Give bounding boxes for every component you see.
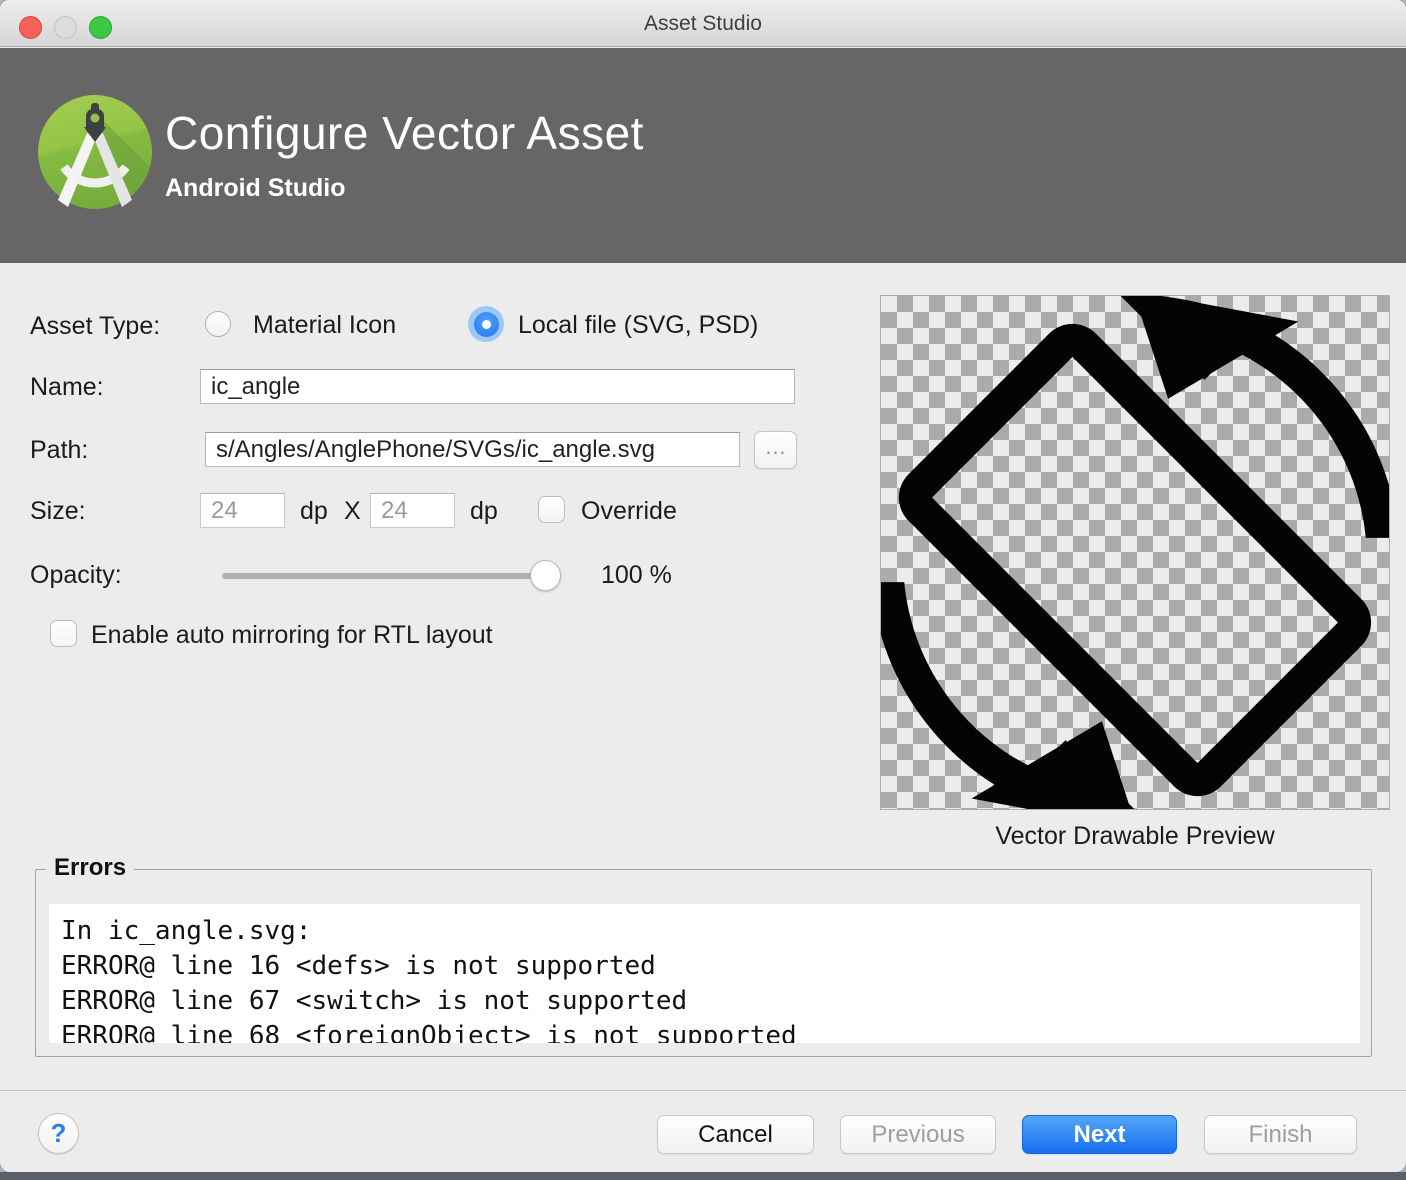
size-height-input[interactable] [370,493,455,528]
preview-caption: Vector Drawable Preview [880,822,1390,851]
error-line: In ic_angle.svg: [61,914,1360,949]
screen-rotation-icon [880,295,1390,810]
radio-material-icon[interactable] [205,311,231,337]
errors-panel[interactable]: In ic_angle.svg: ERROR@ line 16 <defs> i… [49,904,1360,1043]
previous-button: Previous [840,1115,996,1154]
size-height-unit: dp [470,497,498,526]
titlebar[interactable]: Asset Studio [0,0,1406,47]
name-label: Name: [30,373,104,402]
minimize-icon[interactable] [54,16,77,39]
vector-preview [880,295,1390,810]
zoom-icon[interactable] [89,16,112,39]
opacity-slider-track[interactable] [222,573,560,579]
path-input[interactable] [205,432,740,467]
error-line: ERROR@ line 67 <switch> is not supported [61,984,1360,1019]
finish-button: Finish [1204,1115,1357,1154]
asset-type-label: Asset Type: [30,312,160,341]
help-button[interactable]: ? [38,1113,79,1154]
page-subtitle: Android Studio [165,174,346,203]
radio-material-icon-label[interactable]: Material Icon [253,311,396,340]
wizard-header: Configure Vector Asset Android Studio [0,48,1406,263]
override-checkbox[interactable] [538,496,565,523]
window-title: Asset Studio [0,0,1406,47]
page-title: Configure Vector Asset [165,106,644,160]
override-label[interactable]: Override [581,497,677,526]
size-separator: X [344,497,361,526]
footer-divider [0,1090,1406,1091]
errors-group: Errors In ic_angle.svg: ERROR@ line 16 <… [35,869,1372,1057]
close-icon[interactable] [19,16,42,39]
rtl-checkbox[interactable] [50,620,77,647]
asset-studio-dialog: Asset Studio [0,0,1406,1172]
errors-title: Errors [46,854,134,882]
cancel-button[interactable]: Cancel [657,1115,814,1154]
browse-button[interactable]: … [754,431,797,469]
radio-local-file[interactable] [468,306,504,342]
opacity-slider-thumb[interactable] [530,560,561,591]
window-shadow-edge [0,1172,1406,1180]
opacity-label: Opacity: [30,561,122,590]
rtl-label[interactable]: Enable auto mirroring for RTL layout [91,621,493,650]
next-button[interactable]: Next [1022,1115,1177,1154]
name-input[interactable] [200,369,795,404]
size-label: Size: [30,497,86,526]
opacity-value: 100 % [601,561,672,590]
error-line: ERROR@ line 68 <foreignObject> is not su… [61,1019,1360,1043]
error-line: ERROR@ line 16 <defs> is not supported [61,949,1360,984]
size-width-input[interactable] [200,493,285,528]
android-studio-logo-icon [38,95,152,209]
path-label: Path: [30,436,88,465]
size-width-unit: dp [300,497,328,526]
radio-local-file-label[interactable]: Local file (SVG, PSD) [518,311,758,340]
